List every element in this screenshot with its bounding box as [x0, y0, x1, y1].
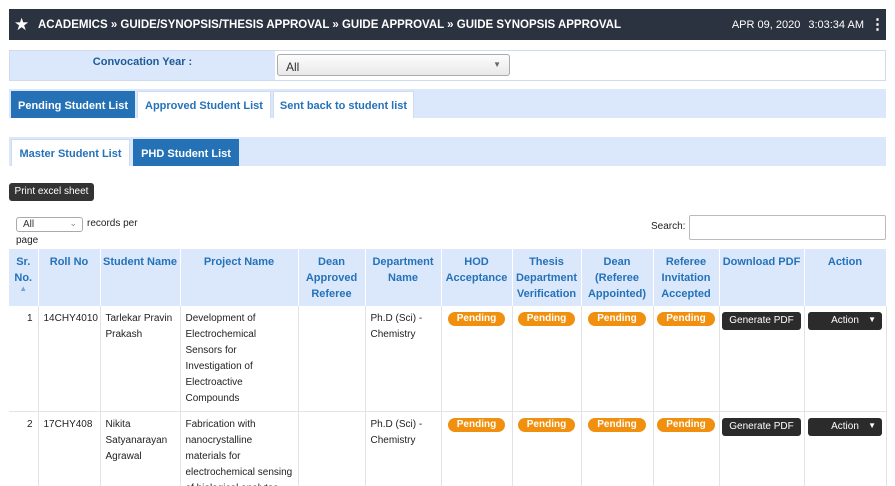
cell-dean-approved-referee [298, 411, 366, 486]
status-badge: Pending [657, 312, 715, 326]
convocation-year-label: Convocation Year : [10, 51, 275, 80]
cell-department-name: Ph.D (Sci) - Chemistry [365, 411, 442, 486]
column-header-sr-no[interactable]: Sr. No. ▲ [9, 249, 39, 306]
tab-approved-student-list[interactable]: Approved Student List [137, 91, 271, 118]
status-badge: Pending [588, 418, 646, 432]
convocation-year-value: All [286, 60, 300, 74]
tab-pending-student-list[interactable]: Pending Student List [11, 91, 135, 118]
status-badge: Pending [588, 312, 646, 326]
cell-roll-no: 17CHY408 [38, 411, 101, 486]
convocation-year-select[interactable]: All ▼ [277, 54, 510, 76]
cell-sr-no: 2 [9, 411, 39, 486]
column-header-student-name[interactable]: Student Name [100, 249, 181, 306]
program-tabs: Master Student List PHD Student List [9, 137, 886, 166]
generate-pdf-button[interactable]: Generate PDF [722, 418, 801, 436]
table-header-row: Sr. No. ▲ Roll No Student Name Project Na… [9, 249, 887, 306]
cell-action: Action ▼ [804, 411, 887, 486]
cell-student-name: Tarlekar Pravin Prakash [100, 306, 181, 412]
cell-hod-acceptance: Pending [441, 411, 513, 486]
column-header-project-name[interactable]: Project Name [180, 249, 299, 306]
caret-down-icon: ▼ [868, 315, 876, 324]
status-badge: Pending [447, 418, 506, 432]
caret-down-icon: ▼ [868, 421, 876, 430]
cell-download-pdf: Generate PDF [719, 306, 805, 412]
cell-dean-referee-appointed: Pending [581, 411, 654, 486]
status-badge: Pending [517, 312, 576, 326]
cell-project-name: Development of Electrochemical Sensors f… [180, 306, 299, 412]
cell-thesis-verification: Pending [512, 411, 582, 486]
cell-download-pdf: Generate PDF [719, 411, 805, 486]
cell-roll-no: 14CHY4010 [38, 306, 101, 412]
column-header-referee-invitation[interactable]: Referee Invitation Accepted [653, 249, 720, 306]
generate-pdf-button[interactable]: Generate PDF [722, 312, 801, 330]
cell-department-name: Ph.D (Sci) - Chemistry [365, 306, 442, 412]
cell-sr-no: 1 [9, 306, 39, 412]
column-header-action: Action [804, 249, 887, 306]
records-per-label: records per [87, 218, 138, 229]
cell-project-name: Fabrication with nanocrystalline materia… [180, 411, 299, 486]
action-dropdown-button[interactable]: Action ▼ [808, 418, 882, 436]
cell-referee-invitation: Pending [653, 306, 720, 412]
cell-referee-invitation: Pending [653, 411, 720, 486]
breadcrumb: ACADEMICS » GUIDE/SYNOPSIS/THESIS APPROV… [38, 18, 621, 31]
print-excel-button[interactable]: Print excel sheet [9, 183, 94, 201]
column-header-thesis-verification[interactable]: Thesis Department Verification [512, 249, 582, 306]
cell-student-name: Nikita Satyanarayan Agrawal [100, 411, 181, 486]
status-badge: Pending [517, 418, 576, 432]
tab-phd-student-list[interactable]: PHD Student List [133, 139, 239, 166]
column-header-dean-referee-appointed[interactable]: Dean (Referee Appointed) [581, 249, 654, 306]
convocation-filter-row: Convocation Year : All ▼ [9, 50, 886, 81]
tab-master-student-list[interactable]: Master Student List [11, 139, 130, 166]
sort-asc-icon: ▲ [19, 284, 28, 293]
cell-thesis-verification: Pending [512, 306, 582, 412]
column-header-download-pdf: Download PDF [719, 249, 805, 306]
current-time: 3:03:34 AM [808, 18, 864, 31]
chevron-down-icon: ⌄ [69, 218, 77, 228]
records-per-page-select[interactable]: All ⌄ [16, 217, 83, 232]
column-header-roll-no[interactable]: Roll No [38, 249, 101, 306]
status-badge: Pending [447, 312, 506, 326]
kebab-menu-icon[interactable]: ⋮ [870, 9, 885, 40]
status-tabs: Pending Student List Approved Student Li… [9, 89, 886, 118]
cell-action: Action ▼ [804, 306, 887, 412]
page-label: page [16, 235, 39, 246]
tab-sent-back-to-student-list[interactable]: Sent back to student list [273, 91, 414, 118]
column-header-department-name[interactable]: Department Name [365, 249, 442, 306]
search-input[interactable] [689, 215, 886, 240]
status-badge: Pending [657, 418, 715, 432]
cell-dean-referee-appointed: Pending [581, 306, 654, 412]
current-date: APR 09, 2020 [731, 18, 801, 31]
chevron-down-icon: ▼ [493, 60, 501, 69]
cell-hod-acceptance: Pending [441, 306, 513, 412]
table-row: 1 14CHY4010 Tarlekar Pravin Prakash Deve… [9, 306, 887, 412]
action-dropdown-button[interactable]: Action ▼ [808, 312, 882, 330]
student-table: Sr. No. ▲ Roll No Student Name Project Na… [9, 249, 887, 486]
column-header-dean-approved-referee[interactable]: Dean Approved Referee [298, 249, 366, 306]
top-header-bar: ★ ACADEMICS » GUIDE/SYNOPSIS/THESIS APPR… [9, 9, 886, 40]
records-per-page-value: All [23, 219, 35, 230]
star-icon[interactable]: ★ [14, 9, 34, 40]
cell-dean-approved-referee [298, 306, 366, 412]
datetime: APR 09, 2020 3:03:34 AM [732, 19, 864, 31]
column-header-hod-acceptance[interactable]: HOD Acceptance [441, 249, 513, 306]
table-row: 2 17CHY408 Nikita Satyanarayan Agrawal F… [9, 411, 887, 486]
search-label: Search: [651, 221, 686, 232]
